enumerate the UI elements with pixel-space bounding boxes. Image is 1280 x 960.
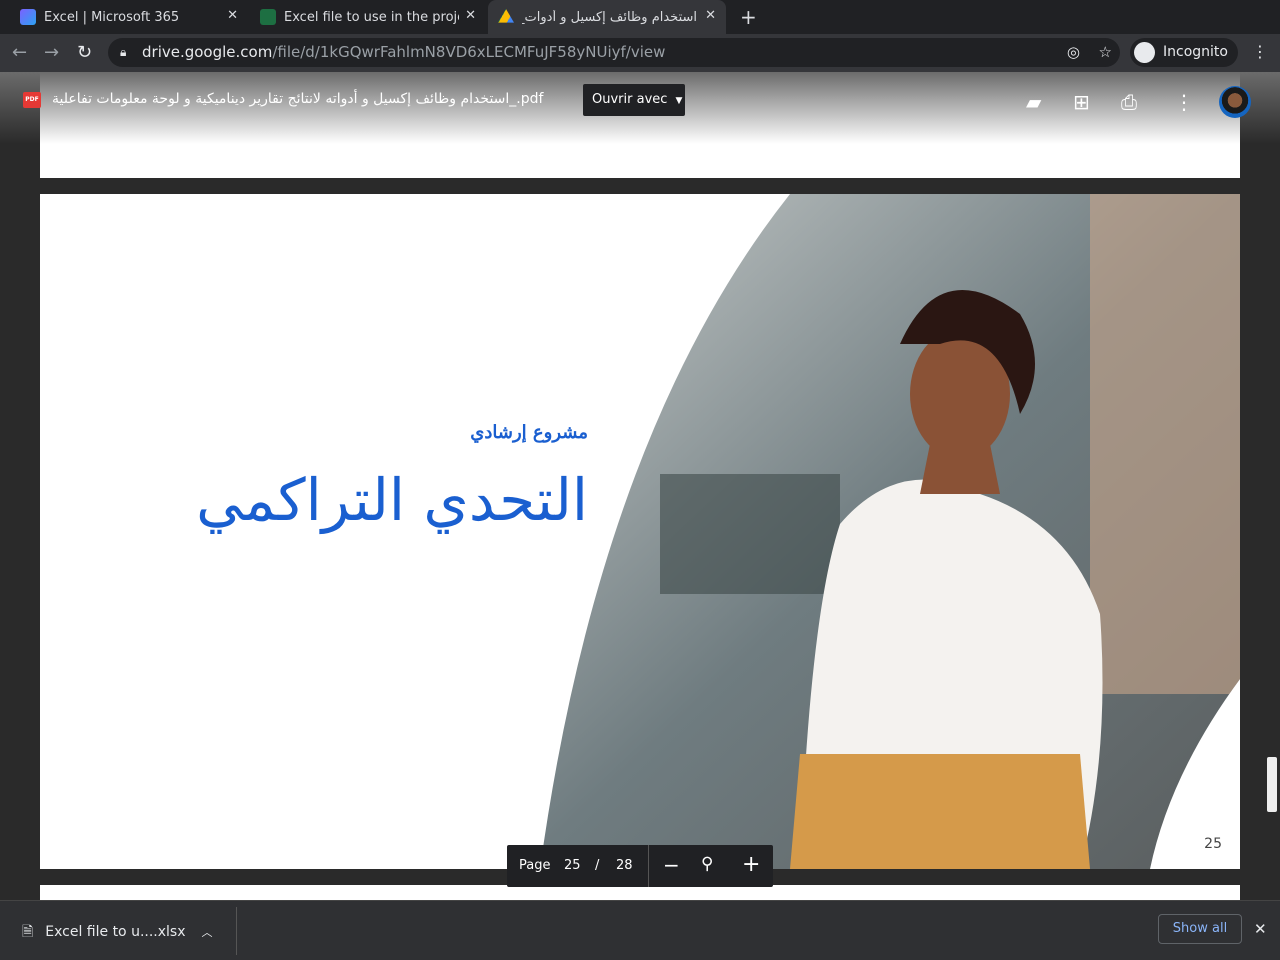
more-actions-icon[interactable]: ⋮ bbox=[1174, 90, 1194, 114]
zoom-reset-icon[interactable]: ⚲ bbox=[701, 854, 713, 874]
back-button[interactable]: ← bbox=[12, 42, 27, 63]
close-tab-icon[interactable]: ✕ bbox=[465, 8, 476, 23]
open-with-button[interactable]: Ouvrir avec ▼ bbox=[583, 84, 685, 116]
reload-button[interactable]: ↻ bbox=[77, 42, 92, 63]
add-to-drive-icon[interactable]: ▰ bbox=[1026, 90, 1041, 114]
bookmark-star-icon[interactable]: ☆ bbox=[1099, 38, 1112, 67]
page-controls: Page 25 / 28 − ⚲ + bbox=[507, 845, 773, 887]
tab-drive-pdf[interactable]: استخدام وظائف إكسيل و أدوات_ ✕ bbox=[488, 0, 726, 34]
new-tab-button[interactable]: + bbox=[740, 5, 757, 29]
incognito-icon bbox=[1134, 42, 1155, 63]
download-item[interactable]: 🗎︎ Excel file to u....xlsx ︿ bbox=[22, 921, 213, 945]
zoom-out-icon[interactable]: − bbox=[663, 853, 680, 877]
lock-icon: 🔒︎ bbox=[120, 45, 127, 59]
microsoft365-icon bbox=[20, 9, 36, 25]
address-bar[interactable]: 🔒︎ drive.google.com/file/d/1kGQwrFahlmN8… bbox=[108, 38, 1120, 67]
tab-bar: Excel | Microsoft 365 ✕ Excel file to us… bbox=[0, 0, 1280, 34]
tab-excel-file[interactable]: Excel file to use in the project ✕ bbox=[250, 0, 486, 34]
google-drive-icon bbox=[498, 9, 514, 23]
close-download-bar-icon[interactable]: ✕ bbox=[1254, 920, 1267, 938]
slide-subtitle: مشروع إرشادي bbox=[470, 422, 588, 443]
pdf-viewer: مشروع إرشادي التحدي التراكمي 25 PDF استخ… bbox=[0, 72, 1280, 900]
add-comment-icon[interactable]: ⊞ bbox=[1073, 90, 1090, 114]
zoom-in-icon[interactable]: + bbox=[742, 852, 760, 877]
file-name: استخدام وظائف إكسيل و أدواته لانتائج تقا… bbox=[52, 91, 544, 107]
browser-menu-icon[interactable]: ⋮ bbox=[1252, 42, 1268, 61]
current-page[interactable]: 25 bbox=[564, 858, 581, 873]
download-bar: 🗎︎ Excel file to u....xlsx ︿ Show all ✕ bbox=[0, 900, 1280, 960]
excel-icon bbox=[260, 9, 276, 25]
close-tab-icon[interactable]: ✕ bbox=[705, 8, 716, 23]
tab-excel-365[interactable]: Excel | Microsoft 365 ✕ bbox=[10, 0, 248, 34]
account-avatar[interactable] bbox=[1219, 86, 1251, 118]
pdf-page: مشروع إرشادي التحدي التراكمي 25 bbox=[40, 194, 1240, 869]
tracking-off-icon[interactable]: ◎ bbox=[1067, 38, 1080, 67]
dropdown-arrow-icon: ▼ bbox=[675, 96, 683, 106]
scrollbar-thumb[interactable] bbox=[1267, 757, 1277, 812]
slide-title: التحدي التراكمي bbox=[196, 466, 588, 534]
next-page bbox=[40, 885, 1240, 900]
show-all-button[interactable]: Show all bbox=[1158, 914, 1242, 944]
browser-toolbar: ← → ↻ 🔒︎ drive.google.com/file/d/1kGQwrF… bbox=[0, 34, 1280, 72]
pdf-file-icon: PDF bbox=[23, 92, 41, 108]
incognito-badge[interactable]: Incognito bbox=[1130, 38, 1238, 67]
total-pages: 28 bbox=[616, 858, 633, 873]
chevron-up-icon[interactable]: ︿ bbox=[202, 926, 213, 939]
slide-page-number: 25 bbox=[1204, 836, 1222, 852]
file-icon: 🗎︎ bbox=[22, 924, 34, 940]
viewer-header: PDF استخدام وظائف إكسيل و أدواته لانتائج… bbox=[0, 72, 1280, 144]
close-tab-icon[interactable]: ✕ bbox=[227, 8, 238, 23]
print-icon[interactable]: ⎙ bbox=[1121, 90, 1137, 114]
forward-button[interactable]: → bbox=[44, 42, 59, 63]
